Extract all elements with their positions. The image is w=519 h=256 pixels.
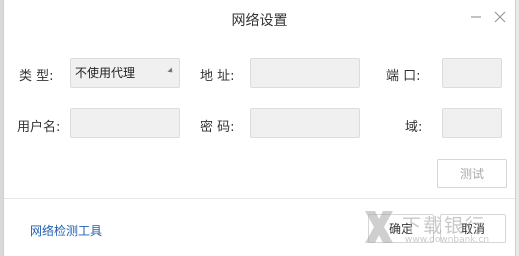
address-input[interactable] xyxy=(250,58,360,88)
close-icon[interactable] xyxy=(493,10,507,24)
watermark-brand: 下载银行 xyxy=(402,215,487,237)
minimize-icon[interactable] xyxy=(469,10,483,24)
footer-divider xyxy=(4,198,515,199)
address-label: 地 址: xyxy=(200,69,235,84)
dropdown-caret-icon xyxy=(167,67,175,75)
proxy-type-select[interactable]: 不使用代理 xyxy=(70,58,180,88)
type-label: 类 型: xyxy=(19,69,54,84)
port-label: 端 口: xyxy=(386,69,421,84)
watermark-logo-icon xyxy=(365,211,393,243)
port-input[interactable] xyxy=(442,58,502,88)
proxy-type-value: 不使用代理 xyxy=(75,66,136,80)
dialog-title: 网络设置 xyxy=(231,13,288,29)
network-settings-dialog: 网络设置 类 型: 不使用代理 地 址: 端 口: 用户名: 密 码: 域: 测… xyxy=(3,0,516,256)
password-input[interactable] xyxy=(250,108,360,138)
test-button[interactable]: 测试 xyxy=(437,159,507,188)
username-input[interactable] xyxy=(70,108,180,138)
watermark-url: www.downbank.cn xyxy=(405,235,490,245)
network-check-tool-link[interactable]: 网络检测工具 xyxy=(30,222,102,239)
domain-label: 域: xyxy=(405,120,423,135)
watermark: 下载银行 www.downbank.cn xyxy=(359,205,519,251)
domain-input[interactable] xyxy=(442,108,502,138)
username-label: 用户名: xyxy=(17,120,61,135)
password-label: 密 码: xyxy=(200,120,235,135)
